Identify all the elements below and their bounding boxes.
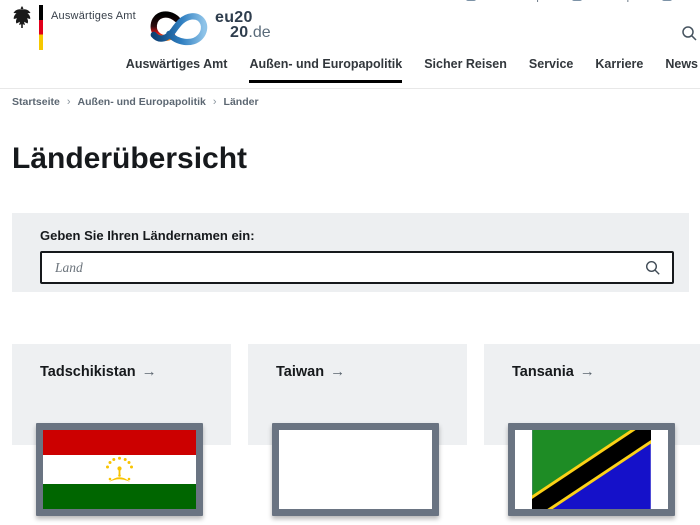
nav-item-news[interactable]: News [665, 57, 698, 83]
breadcrumb-separator: › [66, 96, 71, 108]
eu2020-domain: .de [248, 24, 271, 41]
service-item-gebaerdensprache[interactable]: Gebärdensprache [487, 0, 583, 3]
country-card-tadschikistan: Tadschikistan → [12, 344, 231, 516]
agency-name: Auswärtiges Amt [51, 10, 136, 22]
country-search-submit[interactable] [645, 260, 672, 276]
federal-eagle-icon [13, 6, 31, 28]
country-card-tansania: Tansania → [484, 344, 700, 516]
main-nav: Auswärtiges Amt Außen- und Europapolitik… [0, 57, 698, 83]
country-link[interactable]: Taiwan → [276, 363, 345, 380]
page-title: Länderübersicht [12, 142, 248, 175]
country-name: Tansania [512, 364, 574, 380]
service-item-label: Leichte Sprache [585, 0, 657, 3]
country-search-field [40, 251, 674, 284]
country-name: Tadschikistan [40, 364, 136, 380]
arrow-right-icon: → [141, 363, 157, 380]
country-link[interactable]: Tadschikistan → [40, 363, 157, 380]
country-search-panel: Geben Sie Ihren Ländernamen ein: [12, 213, 689, 292]
header-search-icon[interactable] [681, 25, 698, 47]
flag-tajikistan[interactable] [36, 423, 203, 516]
flag-taiwan-blank[interactable] [272, 423, 439, 516]
eu2020-logo[interactable]: eu20 20.de [147, 6, 271, 52]
breadcrumb-laender[interactable]: Länder [224, 96, 259, 108]
service-item-leichte-sprache[interactable]: Leichte Sprache [585, 0, 673, 3]
easy-language-icon [662, 0, 673, 1]
breadcrumb-aussen-und-europapolitik[interactable]: Außen- und Europapolitik [78, 96, 206, 108]
eu2020-line2: 20 [230, 24, 249, 41]
eu2020-line1: eu20 [215, 9, 253, 26]
country-search-input[interactable] [42, 253, 645, 282]
country-search-label: Geben Sie Ihren Ländernamen ein: [40, 228, 255, 243]
nav-item-auswaertiges-amt[interactable]: Auswärtiges Amt [126, 57, 228, 83]
country-card-taiwan: Taiwan → [248, 344, 467, 516]
nav-item-aussen-und-europapolitik[interactable]: Außen- und Europapolitik [249, 57, 403, 83]
header-divider [0, 88, 700, 89]
breadcrumb: Startseite › Außen- und Europapolitik › … [12, 96, 259, 108]
breadcrumb-startseite[interactable]: Startseite [12, 96, 60, 108]
service-item-kontakt[interactable]: Kontakt [427, 0, 476, 3]
eu2020-ribbon-icon [150, 11, 208, 46]
nav-item-sicher-reisen[interactable]: Sicher Reisen [424, 57, 507, 83]
search-icon [645, 260, 660, 275]
contact-icon [465, 0, 476, 1]
country-name: Taiwan [276, 364, 325, 380]
service-item-label: Kontakt [427, 0, 461, 3]
arrow-right-icon: → [579, 363, 595, 380]
laenderuebersicht-page: Kontakt Gebärdensprache Leichte Sprache … [0, 0, 700, 525]
eu2020-logo-text: eu20 20.de [215, 9, 271, 41]
breadcrumb-separator: › [212, 96, 217, 108]
service-item-label: Gebärdensprache [487, 0, 567, 3]
chevron-down-icon[interactable]: ⌄ [684, 0, 692, 2]
nav-item-service[interactable]: Service [529, 57, 573, 83]
agency-logo[interactable]: Auswärtiges Amt [12, 4, 136, 50]
sign-language-icon [572, 0, 583, 1]
german-flag-stripe [39, 5, 43, 50]
arrow-right-icon: → [330, 363, 346, 380]
country-link[interactable]: Tansania → [512, 363, 595, 380]
nav-item-karriere[interactable]: Karriere [595, 57, 643, 83]
flag-tanzania[interactable] [508, 423, 675, 516]
